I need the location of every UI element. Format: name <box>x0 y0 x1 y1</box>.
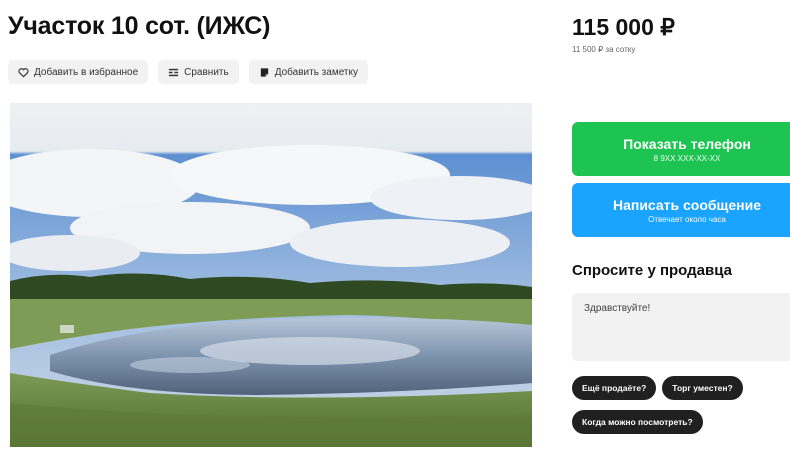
note-icon <box>260 67 268 77</box>
listing-photo[interactable] <box>10 103 532 447</box>
quick-question-chip[interactable]: Когда можно посмотреть? <box>572 410 703 434</box>
landscape-photo <box>10 103 532 447</box>
add-to-favorites-label: Добавить в избранное <box>34 66 139 78</box>
quick-question-chip[interactable]: Торг уместен? <box>662 376 743 400</box>
listing-price: 115 000 ₽ <box>572 14 675 40</box>
show-phone-label: Показать телефон <box>623 135 751 152</box>
add-note-button[interactable]: Добавить заметку <box>248 60 368 84</box>
compare-label: Сравнить <box>184 66 229 78</box>
price-per-unit: 11 500 ₽ за сотку <box>572 45 636 54</box>
ask-seller-title: Спросите у продавца <box>572 262 732 279</box>
compare-button[interactable]: Сравнить <box>158 60 239 84</box>
response-time: Отвечает около часа <box>648 214 726 224</box>
ask-seller-input[interactable]: Здравствуйте! <box>572 293 790 361</box>
write-message-button[interactable]: Написать сообщение Отвечает около часа <box>572 183 790 237</box>
write-message-label: Написать сообщение <box>612 196 762 213</box>
compare-icon <box>169 68 179 76</box>
quick-questions: Ещё продаёте? Торг уместен? Когда можно … <box>572 376 790 444</box>
add-note-label: Добавить заметку <box>274 66 358 78</box>
phone-masked-number: 8 9ХХ ХХХ-ХХ-ХХ <box>653 153 721 163</box>
show-phone-button[interactable]: Показать телефон 8 9ХХ ХХХ-ХХ-ХХ <box>572 122 790 176</box>
add-to-favorites-button[interactable]: Добавить в избранное <box>8 60 149 84</box>
heart-icon <box>18 67 29 77</box>
quick-question-chip[interactable]: Ещё продаёте? <box>572 376 657 400</box>
listing-actions: Добавить в избранное Сравнить Добавить з… <box>8 60 368 84</box>
listing-title: Участок 10 сот. (ИЖС) <box>8 12 271 40</box>
